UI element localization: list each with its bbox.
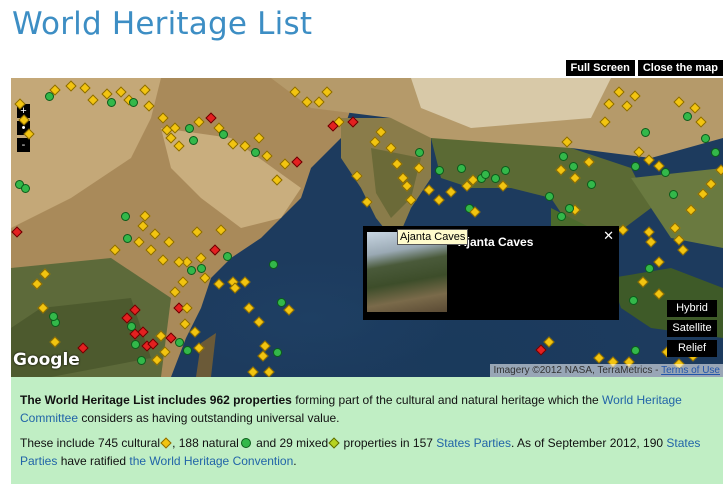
natural-site-marker[interactable] xyxy=(629,296,638,305)
natural-site-marker[interactable] xyxy=(277,298,286,307)
info-panel: The World Heritage List includes 962 pro… xyxy=(11,377,723,484)
natural-site-marker[interactable] xyxy=(121,212,130,221)
natural-icon xyxy=(240,437,251,448)
natural-site-marker[interactable] xyxy=(187,266,196,275)
natural-site-marker[interactable] xyxy=(131,340,140,349)
info-paragraph-2: These include 745 cultural, 188 natural … xyxy=(20,434,714,470)
info-count: The World Heritage List includes 962 pro… xyxy=(20,393,292,407)
natural-site-marker[interactable] xyxy=(701,134,710,143)
info-text: . As of September 2012, 190 xyxy=(510,436,667,450)
layer-satellite-button[interactable]: Satellite xyxy=(667,320,717,337)
close-icon[interactable]: ✕ xyxy=(603,228,614,244)
natural-site-marker[interactable] xyxy=(501,166,510,175)
natural-site-marker[interactable] xyxy=(481,170,490,179)
google-logo: Google xyxy=(13,350,80,370)
natural-site-marker[interactable] xyxy=(491,174,500,183)
natural-site-marker[interactable] xyxy=(189,136,198,145)
natural-site-marker[interactable] xyxy=(631,346,640,355)
natural-site-marker[interactable] xyxy=(559,152,568,161)
map[interactable]: + • - Ajanta Caves ✕ Ajanta Caves Hybrid… xyxy=(11,78,723,377)
terms-of-use-link[interactable]: Terms of Use xyxy=(661,365,720,376)
info-text: have ratified xyxy=(57,454,130,468)
natural-site-marker[interactable] xyxy=(587,180,596,189)
map-attribution: Imagery ©2012 NASA, TerraMetrics - Terms… xyxy=(490,364,723,377)
natural-site-marker[interactable] xyxy=(137,356,146,365)
natural-site-marker[interactable] xyxy=(269,260,278,269)
states-parties-link[interactable]: States Parties xyxy=(436,436,511,450)
page-title: World Heritage List xyxy=(12,6,313,42)
natural-site-marker[interactable] xyxy=(21,184,30,193)
natural-site-marker[interactable] xyxy=(251,148,260,157)
natural-site-marker[interactable] xyxy=(183,346,192,355)
natural-site-marker[interactable] xyxy=(129,98,138,107)
natural-site-marker[interactable] xyxy=(569,162,578,171)
natural-site-marker[interactable] xyxy=(49,312,58,321)
natural-site-marker[interactable] xyxy=(127,322,136,331)
info-paragraph-1: The World Heritage List includes 962 pro… xyxy=(20,391,714,427)
natural-site-marker[interactable] xyxy=(415,148,424,157)
natural-site-marker[interactable] xyxy=(123,234,132,243)
attribution-text: Imagery ©2012 NASA, TerraMetrics - xyxy=(493,365,659,376)
info-text: . xyxy=(293,454,297,468)
world-heritage-convention-link[interactable]: the World Heritage Convention xyxy=(129,454,293,468)
natural-site-marker[interactable] xyxy=(683,112,692,121)
full-screen-button[interactable]: Full Screen xyxy=(565,60,635,76)
info-text: and 29 mixed xyxy=(252,436,329,450)
map-buttons: Full Screen Close the map xyxy=(565,60,723,76)
layer-relief-button[interactable]: Relief xyxy=(667,340,717,357)
natural-site-marker[interactable] xyxy=(631,162,640,171)
natural-site-marker[interactable] xyxy=(435,166,444,175)
natural-site-marker[interactable] xyxy=(219,130,228,139)
natural-site-marker[interactable] xyxy=(175,338,184,347)
natural-site-marker[interactable] xyxy=(565,204,574,213)
popup-title: Ajanta Caves xyxy=(458,235,534,249)
info-text: , 188 natural xyxy=(172,436,239,450)
zoom-out-button[interactable]: - xyxy=(17,138,30,152)
natural-site-marker[interactable] xyxy=(641,128,650,137)
natural-site-marker[interactable] xyxy=(185,124,194,133)
natural-site-marker[interactable] xyxy=(545,192,554,201)
natural-site-marker[interactable] xyxy=(711,148,720,157)
layer-hybrid-button[interactable]: Hybrid xyxy=(667,300,717,317)
natural-site-marker[interactable] xyxy=(457,164,466,173)
natural-site-marker[interactable] xyxy=(223,252,232,261)
cultural-icon xyxy=(160,437,172,449)
natural-site-marker[interactable] xyxy=(645,264,654,273)
natural-site-marker[interactable] xyxy=(669,190,678,199)
layer-controls: Hybrid Satellite Relief xyxy=(667,300,717,357)
natural-site-marker[interactable] xyxy=(273,348,282,357)
natural-site-marker[interactable] xyxy=(557,212,566,221)
mixed-icon xyxy=(328,437,340,449)
natural-site-marker[interactable] xyxy=(107,98,116,107)
close-map-button[interactable]: Close the map xyxy=(637,60,723,76)
site-tooltip: Ajanta Caves xyxy=(397,229,469,245)
natural-site-marker[interactable] xyxy=(661,168,670,177)
info-text: considers as having outstanding universa… xyxy=(78,411,340,425)
info-text: These include 745 cultural xyxy=(20,436,161,450)
info-text: properties in 157 xyxy=(340,436,437,450)
info-text: forming part of the cultural and natural… xyxy=(291,393,603,407)
